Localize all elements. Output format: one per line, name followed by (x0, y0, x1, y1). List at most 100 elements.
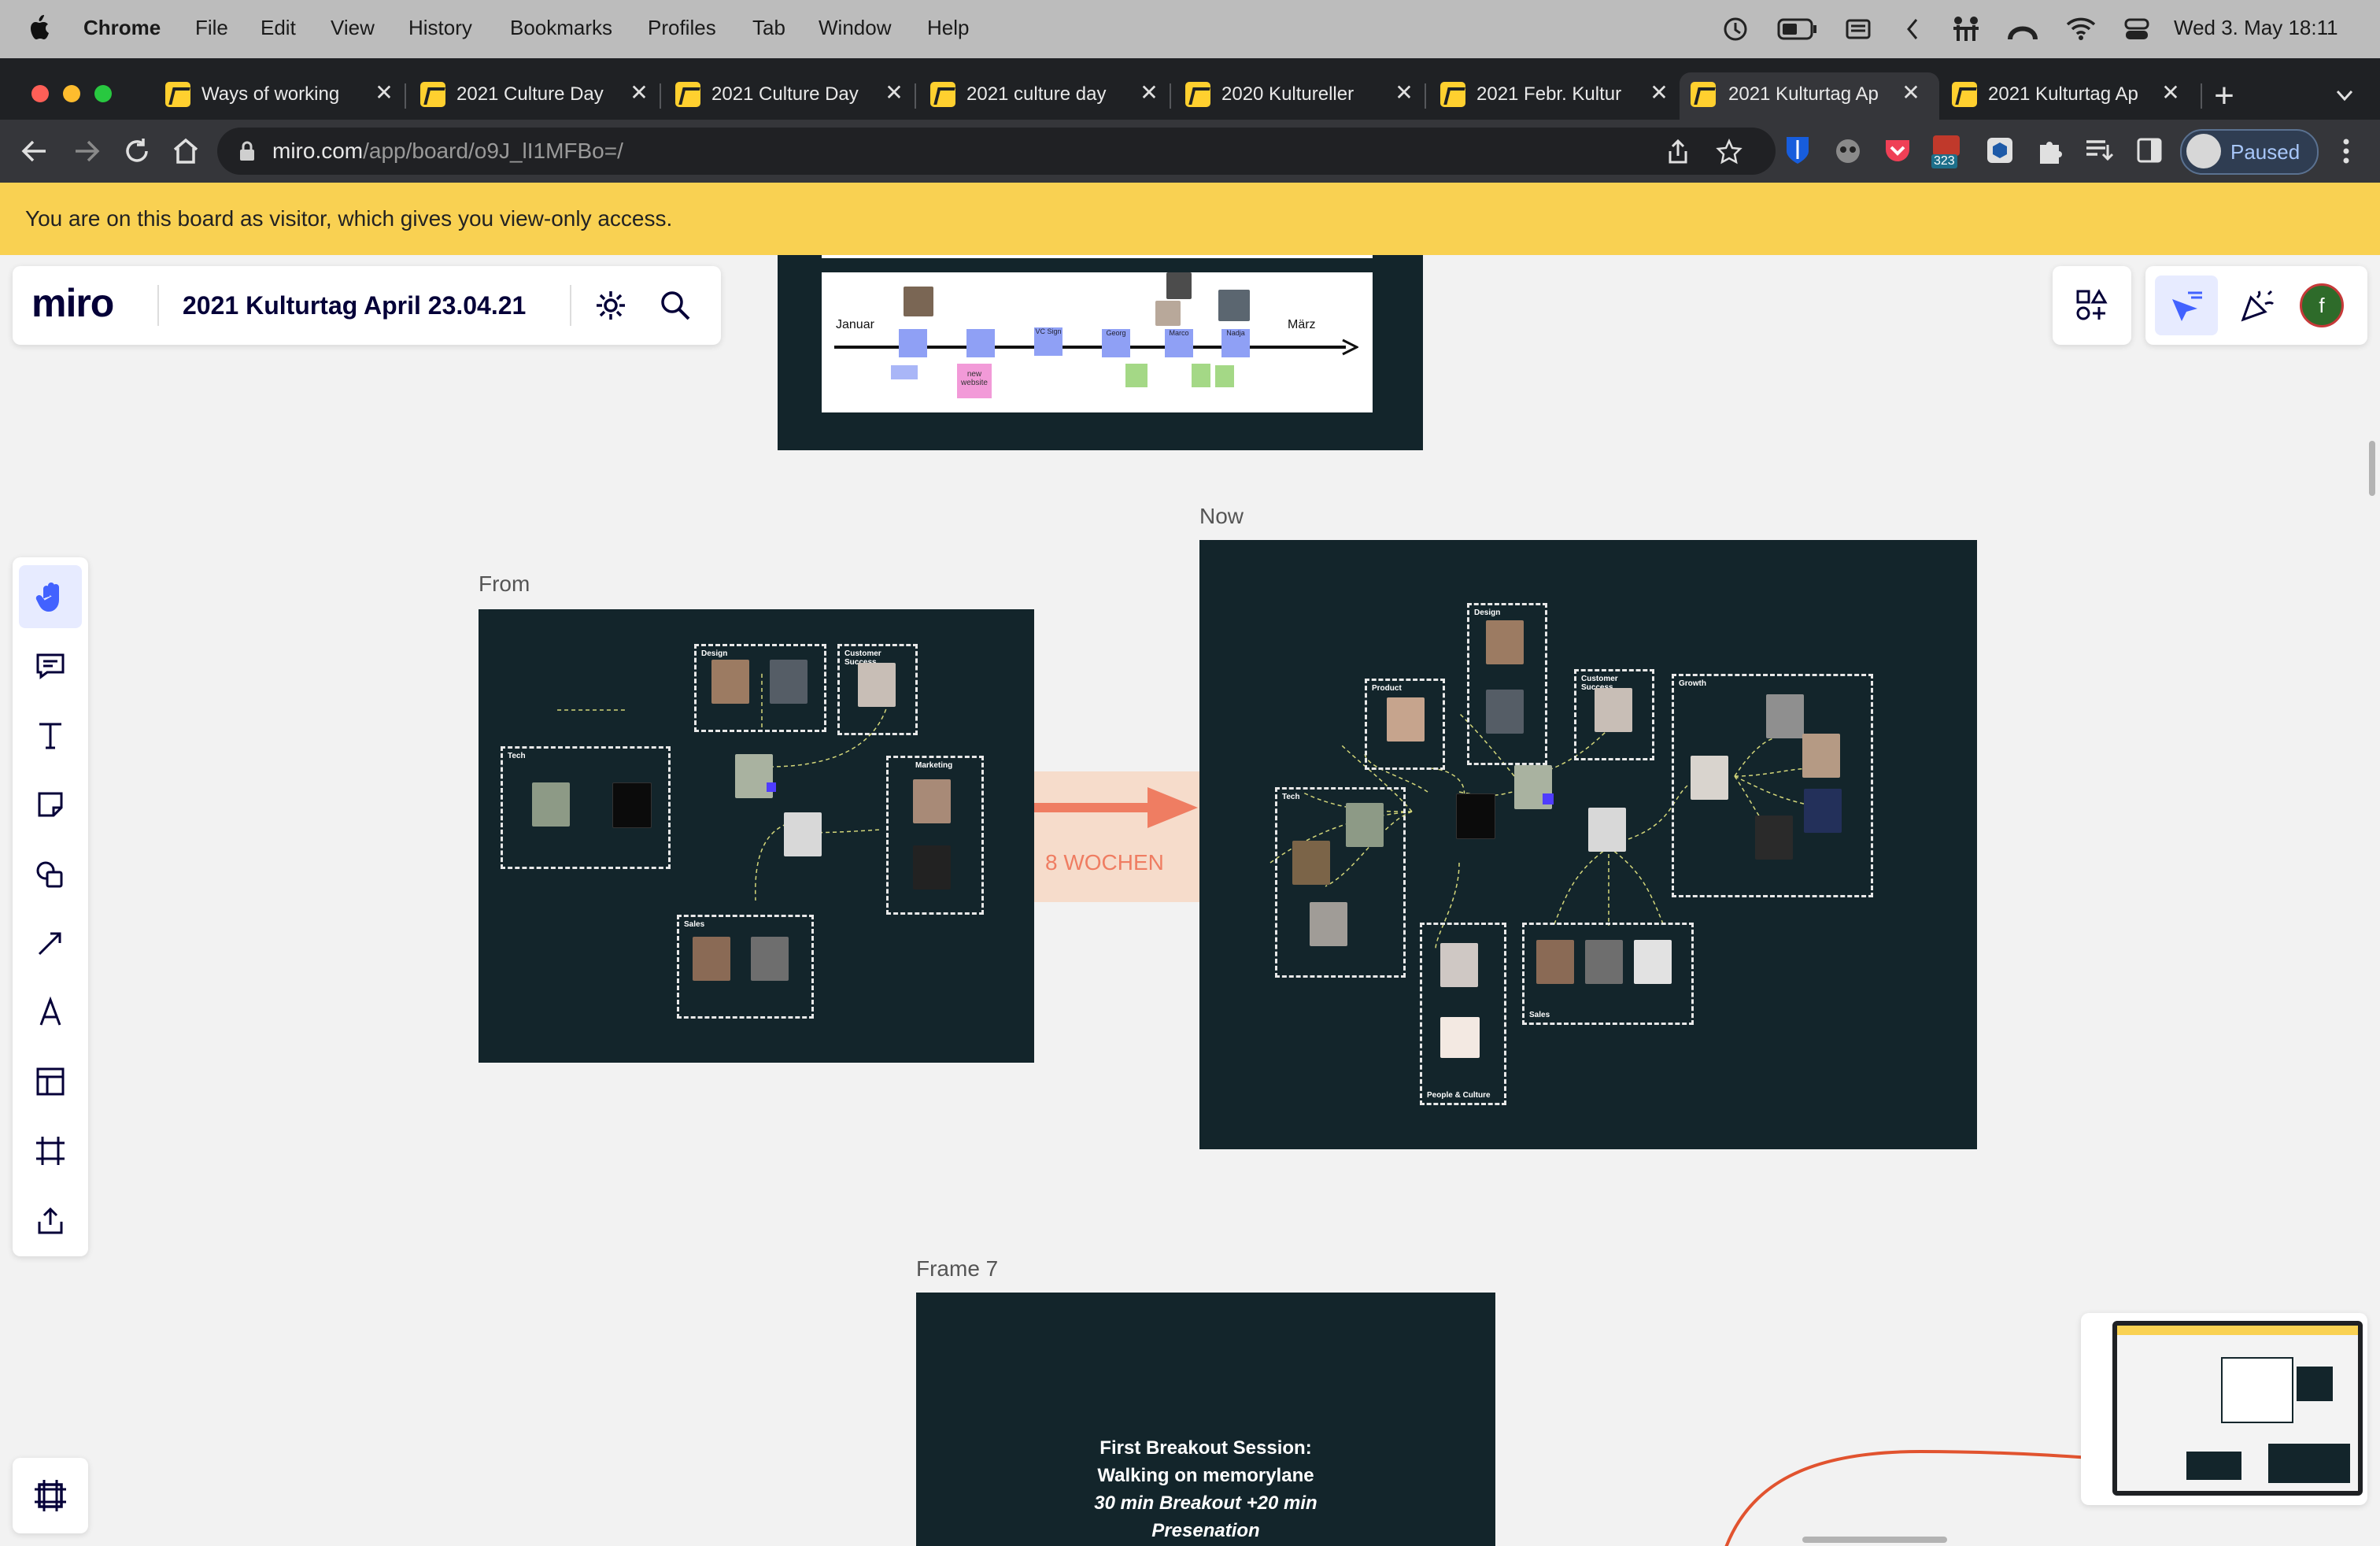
tab-close-icon[interactable]: ✕ (625, 79, 653, 107)
person-photo[interactable] (1588, 808, 1626, 852)
settings-gear-icon[interactable] (593, 288, 628, 323)
horizontal-scrollbar[interactable] (1802, 1537, 1947, 1543)
miro-board-canvas[interactable]: Januar März VC Sign Georg Marco Nadja ne… (0, 255, 2380, 1546)
miro-logo[interactable]: miro (31, 280, 114, 326)
menubar-clock[interactable]: Wed 3. May 18:11 (2174, 16, 2338, 40)
board-title[interactable]: 2021 Kulturtag April 23.04.21 (183, 291, 526, 320)
display-icon[interactable] (1845, 16, 1872, 43)
menu-history[interactable]: History (408, 16, 472, 40)
person-photo[interactable] (913, 845, 951, 890)
menu-app-name[interactable]: Chrome (83, 16, 161, 40)
window-close-button[interactable] (31, 85, 49, 102)
person-photo[interactable] (1310, 902, 1347, 946)
line-tool-button[interactable] (19, 912, 82, 975)
pocket-icon[interactable] (1883, 135, 1913, 164)
person-photo[interactable] (612, 782, 652, 828)
sticky-note[interactable]: Nadja (1221, 329, 1250, 357)
avatar[interactable]: f (2300, 283, 2344, 327)
person-photo[interactable] (1691, 756, 1728, 800)
person-photo[interactable] (1802, 734, 1840, 778)
tab-search-chevron-down-icon[interactable] (2334, 85, 2355, 105)
new-tab-plus-icon[interactable]: + (2204, 76, 2245, 117)
person-photo[interactable] (693, 937, 730, 981)
person-photo[interactable] (532, 782, 570, 827)
sticky-note[interactable]: VC Sign (1034, 327, 1062, 356)
person-photo[interactable] (904, 287, 933, 316)
browser-tab[interactable]: 2021 culture day ✕ (922, 72, 1176, 120)
sticky-note[interactable] (899, 329, 927, 357)
person-photo[interactable] (1804, 789, 1842, 833)
wifi-icon[interactable] (2065, 16, 2097, 41)
battery-icon[interactable] (1777, 17, 1818, 41)
extensions-puzzle-icon[interactable] (2035, 135, 2064, 165)
upload-tool-button[interactable] (19, 1189, 82, 1252)
person-photo[interactable] (784, 812, 822, 856)
person-photo[interactable] (1486, 690, 1524, 734)
frame-from[interactable]: Tech Design Customer Success Marketing S… (479, 609, 1034, 1063)
timeline-card[interactable]: Januar März VC Sign Georg Marco Nadja ne… (822, 272, 1373, 412)
person-photo[interactable] (1166, 272, 1192, 299)
tab-close-icon[interactable]: ✕ (880, 79, 908, 107)
person-photo[interactable] (1486, 620, 1524, 664)
browser-tab[interactable]: 2021 Culture Day ✕ (412, 72, 666, 120)
bookmark-star-icon[interactable] (1716, 139, 1743, 165)
templates-tool-button[interactable] (19, 1050, 82, 1113)
shapes-tool-button[interactable] (19, 842, 82, 905)
pen-tool-button[interactable] (19, 981, 82, 1044)
person-photo[interactable] (1440, 943, 1478, 987)
tab-close-icon[interactable]: ✕ (1645, 79, 1673, 107)
timeline-frame[interactable]: Januar März VC Sign Georg Marco Nadja ne… (778, 255, 1423, 450)
home-icon[interactable] (168, 134, 203, 168)
person-photo[interactable] (913, 779, 951, 823)
chrome-menu-kebab-icon[interactable] (2334, 135, 2358, 167)
apple-icon[interactable] (30, 14, 52, 41)
sticky-note-green[interactable] (1125, 364, 1148, 387)
frame-title-frame7[interactable]: Frame 7 (916, 1256, 998, 1282)
frame-7[interactable]: First Breakout Session: Walking on memor… (916, 1293, 1495, 1546)
sticky-note-green[interactable] (1215, 365, 1234, 387)
chevron-left-icon[interactable] (1905, 17, 1920, 41)
minimap-panel[interactable] (2081, 1313, 2367, 1505)
reload-icon[interactable] (120, 134, 154, 168)
person-photo[interactable] (858, 663, 896, 707)
sticky-note-pink[interactable]: new website (957, 364, 992, 398)
frames-panel-button[interactable] (13, 1458, 88, 1533)
browser-tab[interactable]: 2020 Kultureller ✕ (1177, 72, 1431, 120)
menu-profiles[interactable]: Profiles (648, 16, 716, 40)
person-photo[interactable] (1218, 290, 1250, 321)
sticky-note[interactable]: Marco (1165, 329, 1193, 357)
sticky-note-green[interactable] (1192, 364, 1210, 387)
celebrate-party-icon[interactable] (2238, 287, 2276, 324)
person-photo[interactable] (1755, 816, 1793, 860)
back-arrow-icon[interactable] (17, 134, 52, 168)
forward-arrow-icon[interactable] (69, 134, 104, 168)
menu-help[interactable]: Help (927, 16, 969, 40)
person-photo[interactable] (1456, 793, 1495, 839)
time-machine-icon[interactable] (1722, 16, 1749, 43)
frame-title-from[interactable]: From (479, 571, 530, 597)
browser-tab[interactable]: 2021 Kulturtag Ap ✕ (1944, 72, 2197, 120)
hand-tool-button[interactable] (19, 565, 82, 628)
vertical-scrollbar[interactable] (2369, 441, 2375, 496)
tab-close-icon[interactable]: ✕ (370, 79, 398, 107)
person-photo[interactable] (1595, 688, 1632, 732)
extension-mask-icon[interactable] (1834, 137, 1862, 165)
menu-bookmarks[interactable]: Bookmarks (510, 16, 612, 40)
search-icon[interactable] (658, 288, 693, 323)
frame-now[interactable]: Product Design Customer Success Growth T… (1199, 540, 1977, 1149)
person-photo[interactable] (1585, 940, 1623, 984)
tab-close-icon[interactable]: ✕ (1390, 79, 1418, 107)
person-photo[interactable] (1292, 841, 1330, 885)
sticky-note[interactable] (966, 329, 995, 357)
window-minimize-button[interactable] (63, 85, 80, 102)
person-photo[interactable] (1155, 301, 1181, 326)
browser-tab-active[interactable]: 2021 Kulturtag Ap ✕ (1680, 72, 1939, 120)
person-photo-placeholder[interactable] (1440, 1017, 1480, 1058)
person-photo[interactable] (1387, 697, 1425, 742)
menu-file[interactable]: File (195, 16, 228, 40)
side-panel-icon[interactable] (2136, 137, 2163, 164)
comment-tool-button[interactable] (19, 634, 82, 697)
window-zoom-button[interactable] (94, 85, 112, 102)
browser-tab[interactable]: 2021 Febr. Kultur ✕ (1432, 72, 1686, 120)
extension-badge-icon[interactable]: 323 (1931, 134, 1963, 170)
